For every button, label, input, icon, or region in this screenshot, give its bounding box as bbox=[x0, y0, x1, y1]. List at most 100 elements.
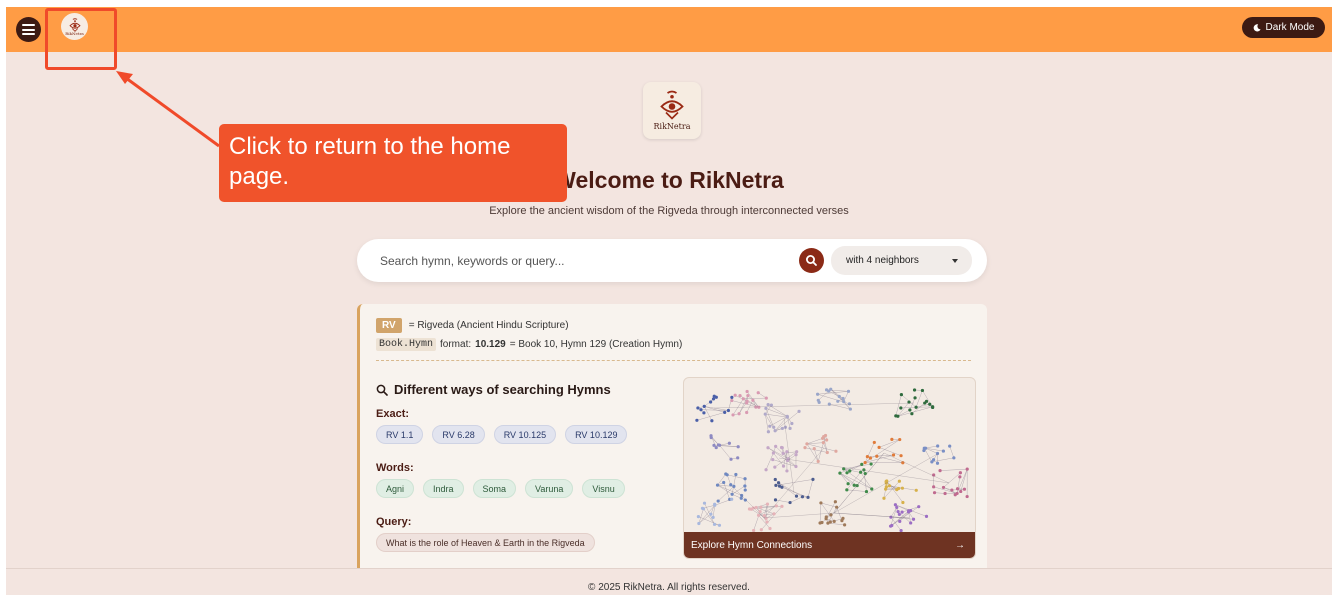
explore-connections-label: Explore Hymn Connections bbox=[691, 539, 813, 551]
graph-node bbox=[913, 396, 917, 400]
graph-edge bbox=[765, 452, 774, 470]
graph-edge bbox=[833, 512, 910, 519]
exact-chip[interactable]: RV 1.1 bbox=[376, 425, 424, 444]
graph-node bbox=[730, 492, 734, 496]
graph-node bbox=[700, 506, 705, 510]
graph-node bbox=[828, 520, 832, 524]
word-chip[interactable]: Indra bbox=[423, 479, 464, 498]
graph-node bbox=[832, 519, 836, 523]
chevron-down-icon bbox=[952, 259, 958, 263]
search-bar: with 4 neighbors bbox=[357, 239, 987, 282]
graph-node bbox=[819, 501, 823, 505]
graph-node bbox=[776, 481, 781, 485]
graph-node bbox=[777, 484, 782, 488]
graph-node bbox=[914, 405, 918, 409]
search-input[interactable] bbox=[380, 250, 780, 272]
copyright-text: © 2025 RikNetra. All rights reserved. bbox=[588, 582, 750, 593]
exact-chip[interactable]: RV 10.125 bbox=[493, 425, 557, 444]
graph-node bbox=[893, 503, 898, 507]
graph-node bbox=[959, 489, 963, 494]
graph-node bbox=[837, 394, 841, 399]
graph-node bbox=[766, 446, 770, 450]
graph-node bbox=[769, 403, 774, 407]
graph-node bbox=[842, 400, 846, 404]
graph-node bbox=[795, 450, 799, 454]
exact-chip[interactable]: RV 10.129 bbox=[565, 425, 628, 444]
word-chip[interactable]: Visnu bbox=[582, 479, 625, 498]
graph-node bbox=[887, 484, 892, 488]
top-bar: RikNetra Dark Mode bbox=[6, 7, 1332, 52]
graph-node bbox=[725, 473, 729, 477]
word-chip[interactable]: Agni bbox=[376, 479, 415, 498]
graph-edge bbox=[911, 402, 925, 414]
graph-node bbox=[806, 495, 810, 499]
graph-node bbox=[702, 501, 707, 505]
arrow-right-icon: → bbox=[955, 539, 965, 551]
graph-node bbox=[948, 444, 952, 448]
graph-node bbox=[836, 399, 840, 403]
graph-node bbox=[895, 505, 899, 510]
graph-node bbox=[773, 429, 777, 433]
hamburger-menu-button[interactable] bbox=[16, 17, 41, 42]
graph-node bbox=[738, 394, 742, 398]
graph-node bbox=[788, 426, 792, 430]
graph-node bbox=[909, 521, 913, 525]
hero-logo-text: RikNetra bbox=[653, 122, 691, 131]
graph-edge bbox=[698, 516, 720, 526]
graph-node bbox=[702, 411, 706, 415]
word-chip[interactable]: Soma bbox=[472, 479, 517, 498]
dark-mode-button[interactable]: Dark Mode bbox=[1242, 17, 1325, 38]
explore-connections-bar[interactable]: Explore Hymn Connections → bbox=[684, 532, 975, 558]
graph-node bbox=[764, 516, 768, 521]
graph-edge bbox=[731, 474, 737, 495]
graph-node bbox=[900, 510, 904, 514]
graph-node bbox=[736, 445, 740, 449]
graph-node bbox=[730, 395, 734, 399]
graph-node bbox=[756, 513, 761, 517]
graph-edge bbox=[846, 489, 867, 492]
graph-edge bbox=[897, 401, 910, 417]
graph-node bbox=[894, 414, 898, 418]
graph-node bbox=[756, 391, 760, 395]
graph-node bbox=[774, 444, 778, 449]
hymn-connections-card[interactable]: Explore Hymn Connections → bbox=[683, 377, 976, 559]
graph-node bbox=[712, 522, 717, 526]
graph-node bbox=[709, 400, 713, 404]
graph-node bbox=[845, 488, 849, 492]
graph-node bbox=[794, 464, 798, 469]
graph-edge bbox=[878, 447, 902, 456]
graph-node bbox=[821, 441, 825, 445]
graph-node bbox=[898, 519, 902, 523]
graph-node bbox=[713, 502, 717, 506]
words-label: Words: bbox=[376, 462, 414, 474]
graph-edge bbox=[949, 446, 955, 458]
word-chip[interactable]: Varuna bbox=[525, 479, 574, 498]
graph-node bbox=[734, 472, 738, 477]
query-label: Query: bbox=[376, 516, 412, 528]
graph-node bbox=[824, 517, 828, 521]
graph-node bbox=[889, 515, 893, 519]
graph-node bbox=[882, 496, 886, 500]
graph-node bbox=[863, 471, 867, 476]
graph-node bbox=[923, 401, 927, 405]
exact-chip[interactable]: RV 6.28 bbox=[432, 425, 485, 444]
graph-node bbox=[950, 488, 954, 492]
format-prefix: format: bbox=[440, 339, 472, 350]
graph-node bbox=[743, 484, 747, 488]
exact-chips: RV 1.1 RV 6.28 RV 10.125 RV 10.129 bbox=[376, 425, 628, 444]
search-button[interactable] bbox=[799, 248, 824, 273]
graph-node bbox=[869, 462, 873, 466]
graph-node bbox=[848, 469, 852, 473]
graph-node bbox=[924, 514, 929, 518]
info-card: RV = Rigveda (Ancient Hindu Scripture) B… bbox=[357, 304, 987, 595]
graph-node bbox=[722, 480, 726, 485]
graph-node bbox=[884, 485, 888, 489]
graph-node bbox=[928, 402, 932, 406]
graph-node bbox=[845, 471, 849, 475]
neighbors-select[interactable]: with 4 neighbors bbox=[831, 246, 972, 275]
query-chip[interactable]: What is the role of Heaven & Earth in th… bbox=[376, 533, 595, 552]
graph-node bbox=[790, 421, 794, 426]
graph-edge bbox=[698, 513, 711, 524]
graph-node bbox=[702, 404, 706, 409]
page-subtitle: Explore the ancient wisdom of the Rigved… bbox=[489, 205, 849, 217]
